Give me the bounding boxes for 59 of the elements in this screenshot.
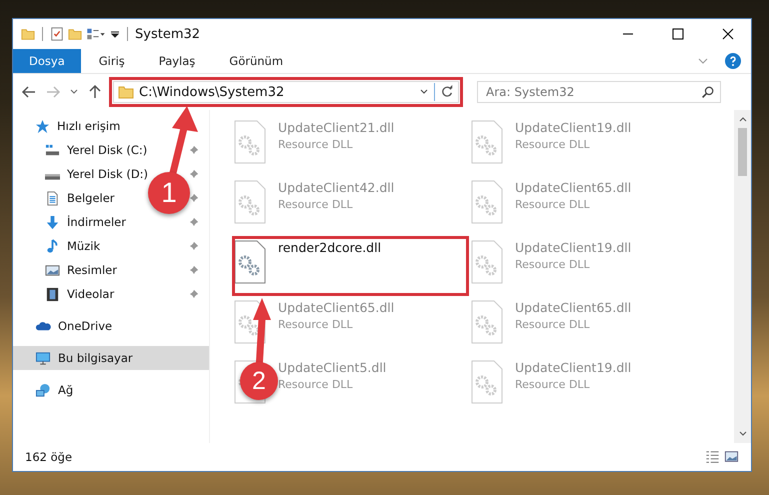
- network-icon: [35, 382, 51, 398]
- ribbon-tab[interactable]: Görünüm: [213, 49, 300, 73]
- picture-icon: [45, 262, 60, 278]
- gear-file-icon: [471, 180, 503, 224]
- film-icon: [45, 286, 60, 302]
- file-type: Resource DLL: [515, 198, 591, 211]
- file-type: Resource DLL: [278, 318, 354, 331]
- nav-item[interactable]: Yerel Disk (D:): [67, 167, 148, 181]
- folder-icon: [118, 84, 134, 100]
- nav-item[interactable]: OneDrive: [58, 319, 112, 333]
- drive-icon: [45, 174, 60, 180]
- drive-icon: [45, 142, 60, 158]
- back-arrow-icon[interactable]: [21, 84, 37, 100]
- details-view-icon[interactable]: [705, 450, 720, 464]
- properties-icon[interactable]: [86, 27, 106, 41]
- file-type: Resource DLL: [278, 378, 354, 391]
- file-type: Resource DLL: [515, 258, 591, 271]
- large-icons-view-icon[interactable]: [724, 450, 739, 464]
- star-icon: [35, 118, 50, 134]
- document-icon: [45, 190, 60, 206]
- refresh-icon[interactable]: [440, 85, 454, 99]
- search-icon[interactable]: [701, 86, 714, 98]
- dropdown-icon[interactable]: [110, 29, 120, 39]
- nav-item[interactable]: İndirmeler: [67, 215, 126, 229]
- item-count: 162 öğe: [25, 450, 72, 464]
- monitor-icon: [35, 350, 51, 366]
- file-type: Resource DLL: [515, 318, 591, 331]
- nav-item[interactable]: Videolar: [67, 287, 114, 301]
- nav-item[interactable]: Hızlı erişim: [57, 119, 120, 133]
- file-name[interactable]: render2dcore.dll: [278, 240, 382, 255]
- ribbon-tab[interactable]: Paylaş: [142, 49, 212, 73]
- file-type: Resource DLL: [515, 138, 591, 151]
- gear-file-icon: [471, 120, 503, 164]
- gear-file-icon: [234, 180, 266, 224]
- checklist-icon[interactable]: [50, 27, 64, 41]
- nav-item[interactable]: Belgeler: [67, 191, 115, 205]
- gear-file-icon: [471, 360, 503, 404]
- nav-item[interactable]: Yerel Disk (C:): [67, 143, 148, 157]
- music-note-icon: [45, 238, 60, 254]
- help-icon[interactable]: [725, 53, 741, 69]
- nav-item[interactable]: Ağ: [58, 383, 74, 397]
- gear-file-icon: [471, 300, 503, 344]
- nav-item[interactable]: Bu bilgisayar: [58, 351, 133, 365]
- nav-item[interactable]: Resimler: [67, 263, 117, 277]
- nav-item[interactable]: Müzik: [67, 239, 100, 253]
- gear-file-icon: [471, 240, 503, 284]
- search-bar[interactable]: Ara: System32: [477, 81, 721, 103]
- ribbon-tab[interactable]: Giriş: [82, 49, 141, 73]
- gear-file-icon: [234, 240, 266, 284]
- scrollbar[interactable]: [734, 110, 751, 443]
- file-type: Resource DLL: [278, 138, 354, 151]
- ribbon-tab[interactable]: Dosya: [13, 49, 81, 73]
- download-arrow-icon: [45, 214, 60, 230]
- gear-file-icon: [234, 120, 266, 164]
- file-type: Resource DLL: [278, 198, 354, 211]
- scrollbar-thumb[interactable]: [738, 128, 747, 176]
- file-type: Resource DLL: [515, 378, 591, 391]
- window-title: System32: [135, 26, 200, 42]
- up-arrow-icon[interactable]: [87, 84, 103, 100]
